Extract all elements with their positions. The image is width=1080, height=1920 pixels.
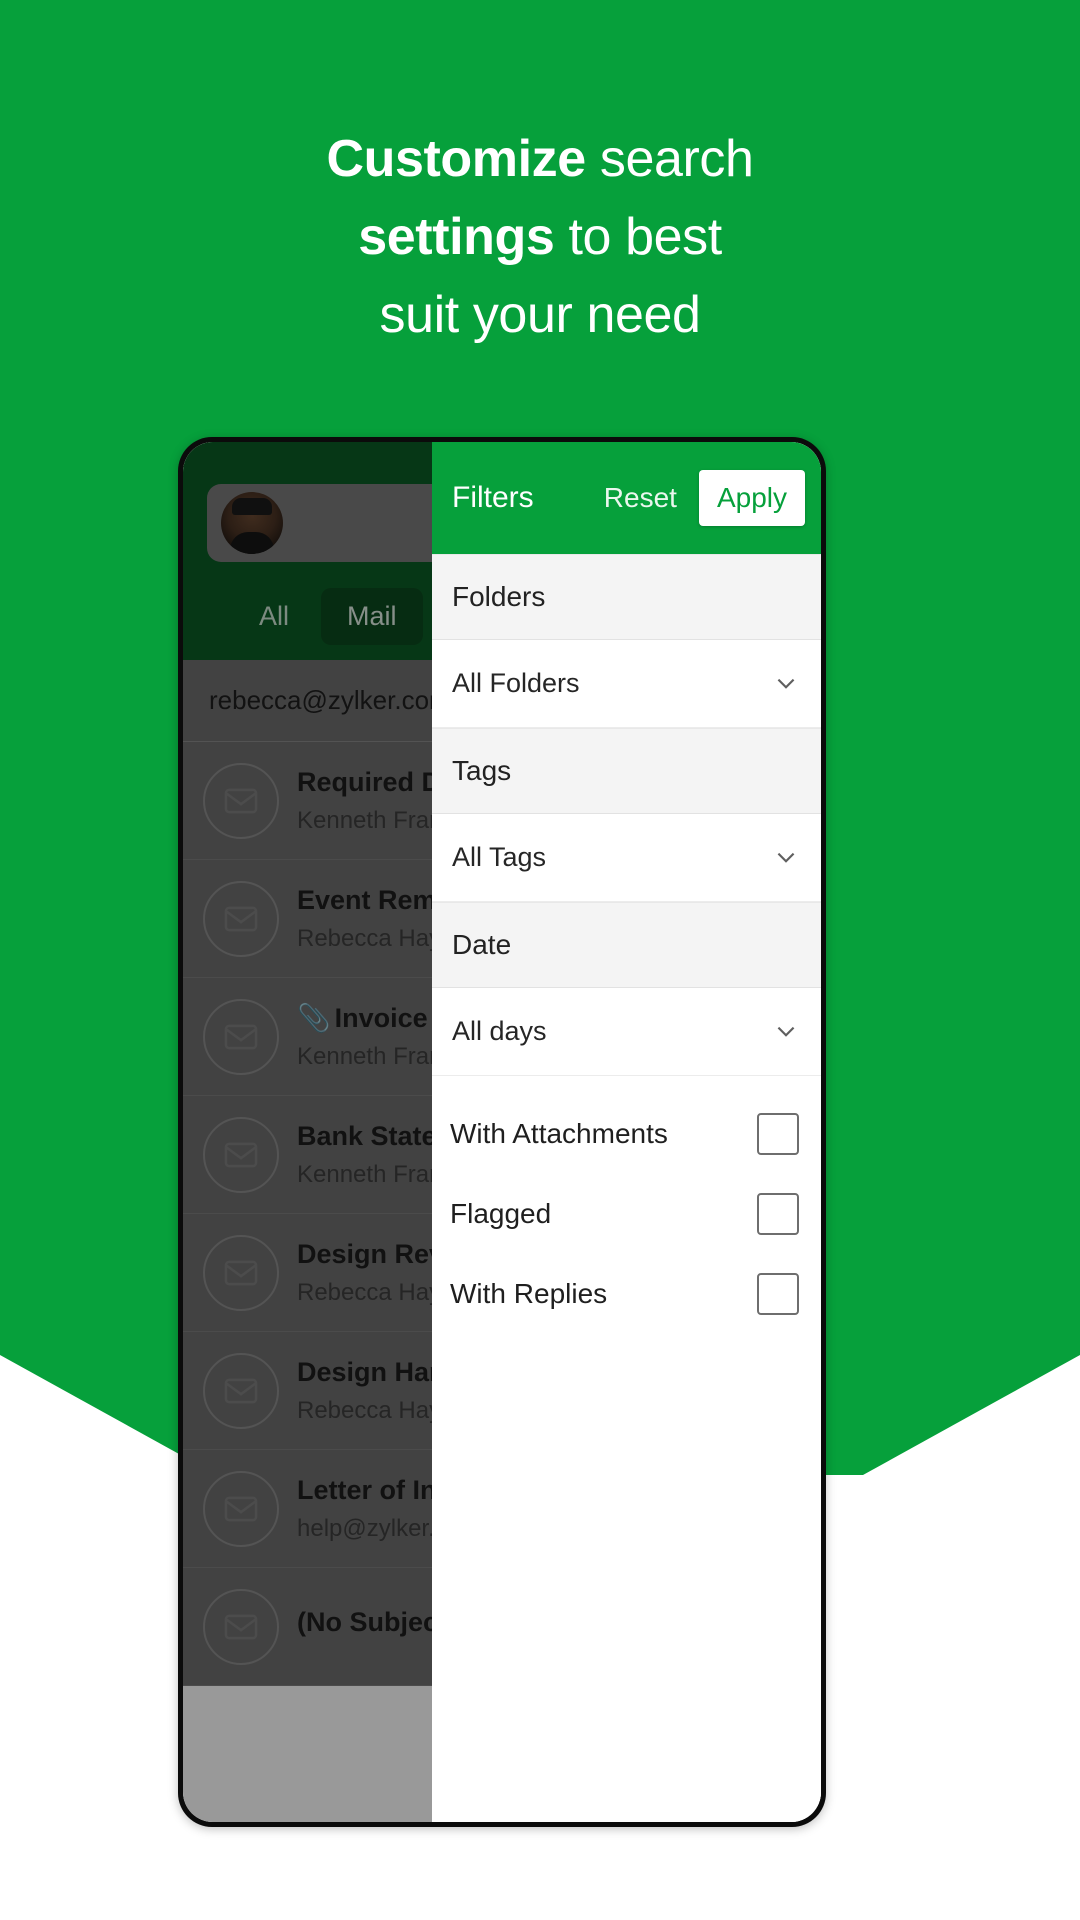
checkbox-row-flagged[interactable]: Flagged <box>432 1174 821 1254</box>
checkbox-label-flagged: Flagged <box>450 1198 552 1229</box>
headline-line-2-rest: to best <box>554 208 722 266</box>
section-header-folders: Folders <box>432 554 821 640</box>
section-header-tags: Tags <box>432 728 821 814</box>
tags-dropdown[interactable]: All Tags <box>432 814 821 902</box>
date-dropdown[interactable]: All days <box>432 988 821 1076</box>
chevron-down-icon <box>773 845 799 871</box>
headline-line-3: suit your need <box>379 286 701 344</box>
apply-button[interactable]: Apply <box>698 470 805 526</box>
filters-title: Filters <box>452 481 534 514</box>
headline-line-1: Customize search <box>0 120 1080 198</box>
headline-line-2: settings to best <box>0 198 1080 276</box>
filters-panel-empty-space <box>432 1334 821 1822</box>
checkbox-flagged[interactable] <box>757 1193 799 1235</box>
promo-screenshot: Customize search settings to best suit y… <box>0 0 1080 1920</box>
tags-dropdown-value: All Tags <box>452 842 547 872</box>
page-title: Customize search settings to best suit y… <box>0 120 1080 354</box>
chevron-down-icon <box>773 1019 799 1045</box>
checkbox-with-attachments[interactable] <box>757 1113 799 1155</box>
chevron-down-icon <box>773 671 799 697</box>
checkbox-with-replies[interactable] <box>757 1273 799 1315</box>
filters-panel: Filters Reset Apply Folders All Folders … <box>432 442 821 1822</box>
phone-screen: All Mail rebecca@zylker.com Required Doc… <box>183 442 821 1822</box>
checkbox-row-with-attachments[interactable]: With Attachments <box>432 1094 821 1174</box>
headline-line-1-rest: search <box>585 130 754 188</box>
checkbox-label-with-attachments: With Attachments <box>450 1118 668 1149</box>
folders-dropdown[interactable]: All Folders <box>432 640 821 728</box>
headline-line-2-bold: settings <box>358 208 555 266</box>
filters-header: Filters Reset Apply <box>432 442 821 554</box>
checkbox-row-with-replies[interactable]: With Replies <box>432 1254 821 1334</box>
section-header-date: Date <box>432 902 821 988</box>
folders-dropdown-value: All Folders <box>452 668 580 698</box>
reset-button[interactable]: Reset <box>592 474 689 522</box>
checkbox-label-with-replies: With Replies <box>450 1278 608 1309</box>
phone-mockup: All Mail rebecca@zylker.com Required Doc… <box>178 437 826 1827</box>
headline-line-1-bold: Customize <box>326 130 586 188</box>
date-dropdown-value: All days <box>452 1016 547 1046</box>
